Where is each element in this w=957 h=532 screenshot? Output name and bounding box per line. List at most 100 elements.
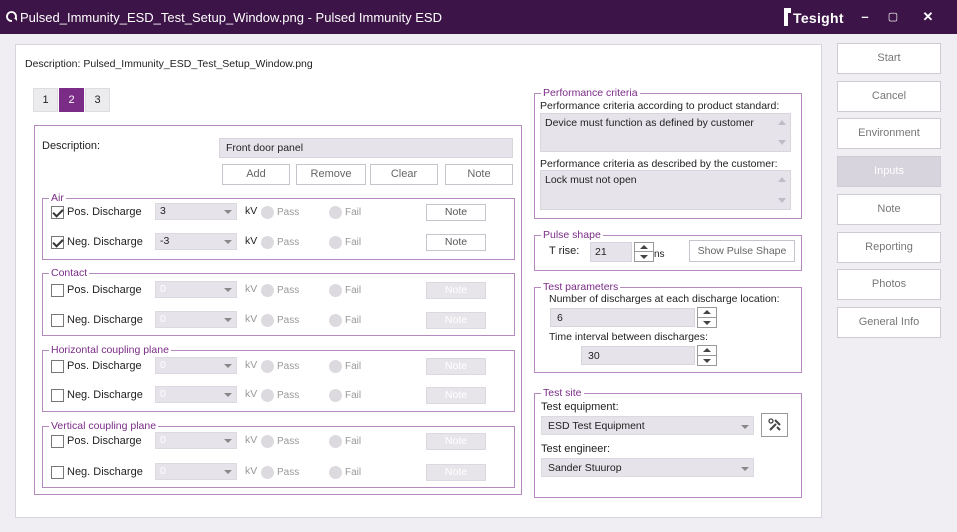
discharge-checkbox[interactable] [51, 466, 64, 479]
discharge-checkbox[interactable] [51, 389, 64, 402]
pass-radio[interactable] [261, 284, 274, 297]
discharge-checkbox[interactable] [51, 435, 64, 448]
discharge-label: Neg. Discharge [67, 389, 143, 401]
tab-2[interactable]: 2 [59, 88, 84, 112]
discharges-input[interactable]: 6 [550, 308, 695, 327]
spin-up-button[interactable] [698, 308, 716, 318]
discharge-checkbox[interactable] [51, 236, 64, 249]
fail-radio[interactable] [329, 360, 342, 373]
row-note-button[interactable]: Note [426, 204, 486, 221]
pass-radio[interactable] [261, 389, 274, 402]
maximize-button[interactable]: ▢ [880, 6, 906, 28]
spin-up-button[interactable] [698, 346, 716, 356]
interval-input[interactable]: 30 [581, 346, 695, 365]
minimize-button[interactable]: – [852, 6, 878, 28]
voltage-select[interactable]: 3 [155, 203, 237, 220]
pass-radio[interactable] [261, 314, 274, 327]
description-line: Description: Pulsed_Immunity_ESD_Test_Se… [25, 58, 313, 70]
spin-up-button[interactable] [635, 243, 653, 252]
reporting-button[interactable]: Reporting [837, 232, 941, 263]
fail-radio[interactable] [329, 284, 342, 297]
row-note-button[interactable]: Note [426, 433, 486, 450]
row-note-button[interactable]: Note [426, 312, 486, 329]
fail-radio[interactable] [329, 314, 342, 327]
note-sidebar-button[interactable]: Note [837, 194, 941, 225]
scroll-up-icon [778, 177, 786, 182]
voltage-select[interactable]: 0 [155, 432, 237, 449]
discharge-checkbox[interactable] [51, 206, 64, 219]
fail-radio[interactable] [329, 466, 342, 479]
photos-button[interactable]: Photos [837, 269, 941, 300]
fail-radio[interactable] [329, 236, 342, 249]
arrow-down-icon [703, 321, 711, 325]
row-note-button[interactable]: Note [426, 282, 486, 299]
description-input[interactable]: Front door panel [219, 138, 513, 158]
voltage-value: 3 [160, 205, 166, 217]
interval-spinner[interactable] [697, 345, 717, 366]
row-note-button[interactable]: Note [426, 464, 486, 481]
tools-button[interactable] [761, 413, 788, 437]
fail-radio[interactable] [329, 435, 342, 448]
customer-criteria-label: Performance criteria as described by the… [540, 158, 778, 170]
close-button[interactable]: ✕ [915, 6, 941, 28]
add-button[interactable]: Add [222, 164, 290, 185]
test-equipment-select[interactable]: ESD Test Equipment [541, 416, 754, 435]
fail-radio[interactable] [329, 389, 342, 402]
voltage-unit: kV [245, 359, 258, 371]
interval-label: Time interval between discharges: [549, 331, 708, 343]
discharge-checkbox[interactable] [51, 360, 64, 373]
row-note-button[interactable]: Note [426, 234, 486, 251]
clear-button[interactable]: Clear [370, 164, 438, 185]
discharges-spinner[interactable] [697, 307, 717, 328]
pass-radio[interactable] [261, 236, 274, 249]
voltage-select[interactable]: 0 [155, 311, 237, 328]
standard-criteria-scrollbar[interactable] [774, 115, 789, 150]
test-parameters-title: Test parameters [541, 281, 621, 293]
spin-down-button[interactable] [698, 318, 716, 328]
spin-down-button[interactable] [698, 356, 716, 366]
trise-spinner[interactable] [634, 242, 654, 262]
row-note-button[interactable]: Note [426, 358, 486, 375]
environment-button[interactable]: Environment [837, 118, 941, 149]
voltage-select[interactable]: 0 [155, 386, 237, 403]
spin-down-button[interactable] [635, 252, 653, 261]
fail-label: Fail [345, 436, 362, 447]
row-note-button[interactable]: Note [426, 387, 486, 404]
start-button[interactable]: Start [837, 43, 941, 74]
arrow-up-icon [703, 310, 711, 314]
voltage-select[interactable]: 0 [155, 281, 237, 298]
chevron-down-icon [224, 393, 232, 397]
tab-1[interactable]: 1 [33, 88, 58, 112]
note-button[interactable]: Note [445, 164, 513, 185]
remove-button[interactable]: Remove [296, 164, 366, 185]
pass-radio[interactable] [261, 466, 274, 479]
voltage-select[interactable]: 0 [155, 463, 237, 480]
discharge-group-title: Air [49, 192, 66, 204]
voltage-select[interactable]: -3 [155, 233, 237, 250]
trise-unit: ns [654, 249, 665, 260]
voltage-unit: kV [245, 465, 258, 477]
test-site-title: Test site [541, 387, 584, 399]
inputs-button[interactable]: Inputs [837, 156, 941, 187]
customer-criteria-scrollbar[interactable] [774, 172, 789, 208]
customer-criteria-textarea[interactable]: Lock must not open [540, 170, 791, 210]
fail-radio[interactable] [329, 206, 342, 219]
discharge-checkbox[interactable] [51, 284, 64, 297]
show-pulse-shape-button[interactable]: Show Pulse Shape [689, 240, 795, 262]
pass-radio[interactable] [261, 360, 274, 373]
tab-3[interactable]: 3 [85, 88, 110, 112]
trise-input[interactable]: 21 [590, 242, 632, 262]
chevron-down-icon [224, 210, 232, 214]
fail-label: Fail [345, 315, 362, 326]
standard-criteria-textarea[interactable]: Device must function as defined by custo… [540, 113, 791, 152]
discharge-checkbox[interactable] [51, 314, 64, 327]
standard-criteria-label: Performance criteria according to produc… [540, 100, 780, 112]
cancel-button[interactable]: Cancel [837, 81, 941, 112]
general-info-button[interactable]: General Info [837, 307, 941, 338]
pass-radio[interactable] [261, 435, 274, 448]
pass-radio[interactable] [261, 206, 274, 219]
voltage-value: 0 [160, 465, 166, 477]
test-equipment-label: Test equipment: [541, 401, 619, 413]
test-engineer-select[interactable]: Sander Stuurop [541, 458, 754, 477]
voltage-select[interactable]: 0 [155, 357, 237, 374]
